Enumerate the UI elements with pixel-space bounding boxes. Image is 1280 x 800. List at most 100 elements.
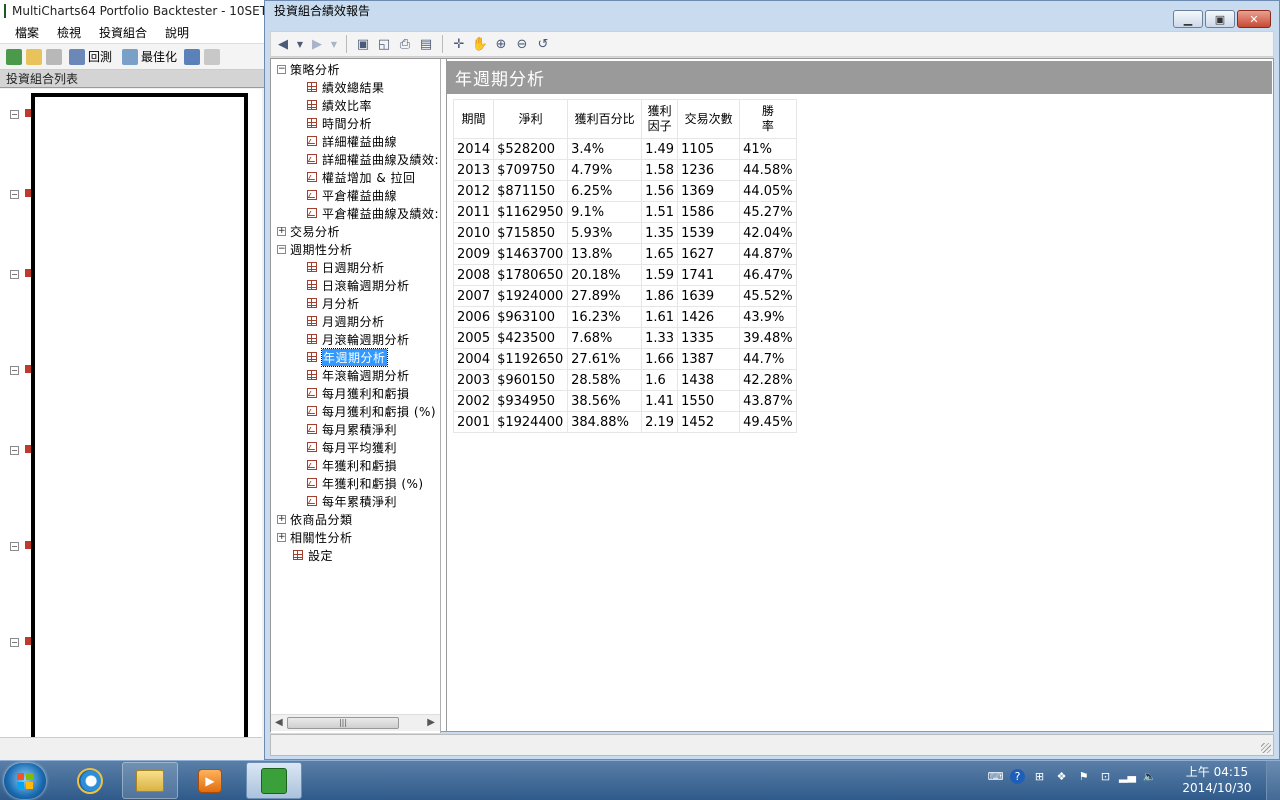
open-folder-icon[interactable] — [26, 48, 42, 65]
tree-item[interactable]: + 交易分析 — [277, 222, 340, 240]
table-cell: 3.4% — [567, 138, 643, 160]
tree-item[interactable]: 績效總結果 — [307, 78, 385, 96]
forward-dropdown-icon[interactable]: ▼ — [330, 36, 338, 52]
tree-item[interactable]: 年週期分析 — [307, 347, 388, 367]
table-cell: 1.41 — [641, 390, 679, 412]
show-desktop-button[interactable] — [1266, 761, 1280, 800]
hand-pan-icon[interactable]: ✋ — [472, 36, 488, 52]
portfolio-collapse-icon[interactable]: − — [10, 446, 19, 455]
table-cell: 2005 — [452, 327, 495, 349]
tree-item[interactable]: + 依商品分類 — [277, 510, 353, 528]
portfolio-collapse-icon[interactable]: − — [10, 638, 19, 647]
table-cell: 45.27% — [739, 201, 797, 223]
portfolio-collapse-icon[interactable]: − — [10, 542, 19, 551]
back-arrow-icon[interactable]: ◀ — [275, 36, 291, 52]
tree-item[interactable]: 設定 — [293, 546, 333, 564]
new-portfolio-icon[interactable] — [6, 48, 22, 65]
tree-item[interactable]: 平倉權益曲線 — [307, 186, 397, 204]
print-preview-icon[interactable]: ◱ — [376, 36, 392, 52]
main-app-bottom-bar — [0, 737, 262, 760]
optimize-button[interactable]: 最佳化 — [119, 48, 180, 65]
table-row: 2011 $1162950 9.1% 1.51 1586 45.27% — [452, 201, 797, 223]
tree-item[interactable]: 每月獲利和虧損 (%) — [307, 402, 436, 420]
taskbar-clock[interactable]: 上午 04:15 2014/10/30 — [1182, 764, 1252, 796]
table-row: 2001 $1924400 384.88% 2.19 1452 49.45% — [452, 411, 797, 433]
usb-device-icon[interactable]: ⊡ — [1098, 769, 1113, 784]
expand-icon[interactable]: + — [277, 532, 286, 542]
table-view-icon[interactable]: ▤ — [418, 36, 434, 52]
save-icon[interactable] — [46, 48, 62, 65]
tree-item[interactable]: 年獲利和虧損 — [307, 456, 397, 474]
portfolio-collapse-icon[interactable]: − — [10, 270, 19, 279]
maximize-button[interactable]: ▣ — [1205, 10, 1235, 28]
tree-item[interactable]: 詳細權益曲線及績效: — [307, 150, 439, 168]
tree-item[interactable]: 每月獲利和虧損 — [307, 384, 410, 402]
tree-item[interactable]: + 相關性分析 — [277, 528, 353, 546]
expand-icon[interactable]: + — [277, 514, 286, 524]
tree-item[interactable]: 月分析 — [307, 294, 360, 312]
tree-item[interactable]: − 週期性分析 — [277, 240, 353, 258]
collapse-icon[interactable]: − — [277, 64, 286, 74]
profit-factor-line1: 獲利 — [647, 104, 672, 118]
report-icon[interactable] — [184, 48, 201, 65]
crosshair-icon[interactable]: ✛ — [451, 36, 467, 52]
menu-file[interactable]: 檔案 — [6, 24, 48, 41]
tree-item[interactable]: 月週期分析 — [307, 312, 385, 330]
table-report-icon — [307, 82, 317, 92]
tree-item[interactable]: − 策略分析 — [277, 60, 340, 78]
help-icon[interactable]: ? — [1010, 769, 1025, 784]
table-cell: 20.18% — [567, 264, 643, 286]
language-icon[interactable]: ⊞ — [1032, 769, 1047, 784]
forward-arrow-icon[interactable]: ▶ — [309, 36, 325, 52]
tree-item[interactable]: 平倉權益曲線及績效: — [307, 204, 439, 222]
tree-item[interactable]: 每年累積淨利 — [307, 492, 397, 510]
action-center-icon[interactable]: ⚑ — [1076, 769, 1091, 784]
tree-item[interactable]: 績效比率 — [307, 96, 372, 114]
start-button[interactable] — [4, 763, 46, 799]
expand-icon[interactable]: + — [277, 226, 286, 236]
taskbar-media-player[interactable]: ▶ — [182, 762, 238, 799]
network-signal-icon[interactable]: ▂▄ — [1119, 769, 1136, 784]
close-button[interactable]: ✕ — [1237, 10, 1271, 28]
menu-portfolio[interactable]: 投資組合 — [90, 24, 156, 41]
reset-zoom-icon[interactable]: ↺ — [535, 36, 551, 52]
taskbar-internet-explorer[interactable] — [62, 762, 118, 799]
home-icon[interactable] — [204, 48, 221, 65]
resize-grip[interactable] — [1261, 743, 1271, 753]
keyboard-icon[interactable]: ⌨ — [988, 769, 1004, 784]
taskbar-multicharts[interactable] — [246, 762, 302, 799]
tree-item[interactable]: 月滾輪週期分析 — [307, 330, 410, 348]
redacted-area — [31, 93, 248, 741]
scroll-right-icon[interactable]: ▶ — [427, 717, 435, 728]
portfolio-collapse-icon[interactable]: − — [10, 366, 19, 375]
tree-item[interactable]: 時間分析 — [307, 114, 372, 132]
portfolio-collapse-icon[interactable]: − — [10, 190, 19, 199]
dropbox-icon[interactable]: ❖ — [1054, 769, 1069, 784]
tree-item[interactable]: 年滾輪週期分析 — [307, 366, 410, 384]
tree-item[interactable]: 日滾輪週期分析 — [307, 276, 410, 294]
tree-item[interactable]: 權益增加 & 拉回 — [307, 168, 416, 186]
table-cell: 1.6 — [641, 369, 679, 391]
tree-item[interactable]: 每月平均獲利 — [307, 438, 397, 456]
scroll-left-icon[interactable]: ◀ — [275, 717, 283, 728]
tree-item[interactable]: 年獲利和虧損 (%) — [307, 474, 424, 492]
backtest-button[interactable]: 回測 — [66, 48, 115, 65]
scroll-thumb[interactable]: ||| — [287, 717, 399, 729]
collapse-icon[interactable]: − — [277, 244, 286, 254]
back-dropdown-icon[interactable]: ▼ — [296, 36, 304, 52]
volume-icon[interactable]: 🔈 — [1142, 769, 1157, 784]
taskbar-file-explorer[interactable] — [122, 762, 178, 799]
tree-item[interactable]: 詳細權益曲線 — [307, 132, 397, 150]
portfolio-collapse-icon[interactable]: − — [10, 110, 19, 119]
zoom-in-icon[interactable]: ⊕ — [493, 36, 509, 52]
minimize-button[interactable]: ▁ — [1173, 10, 1203, 28]
menu-help[interactable]: 說明 — [156, 24, 198, 41]
menu-view[interactable]: 檢視 — [48, 24, 90, 41]
zoom-out-icon[interactable]: ⊖ — [514, 36, 530, 52]
print-icon[interactable]: ⎙ — [397, 36, 413, 52]
table-cell: 42.04% — [739, 222, 797, 244]
save-report-icon[interactable]: ▣ — [355, 36, 371, 52]
tree-horizontal-scrollbar[interactable]: ◀ ||| ▶ — [271, 714, 440, 731]
tree-item[interactable]: 日週期分析 — [307, 258, 385, 276]
tree-item[interactable]: 每月累積淨利 — [307, 420, 397, 438]
